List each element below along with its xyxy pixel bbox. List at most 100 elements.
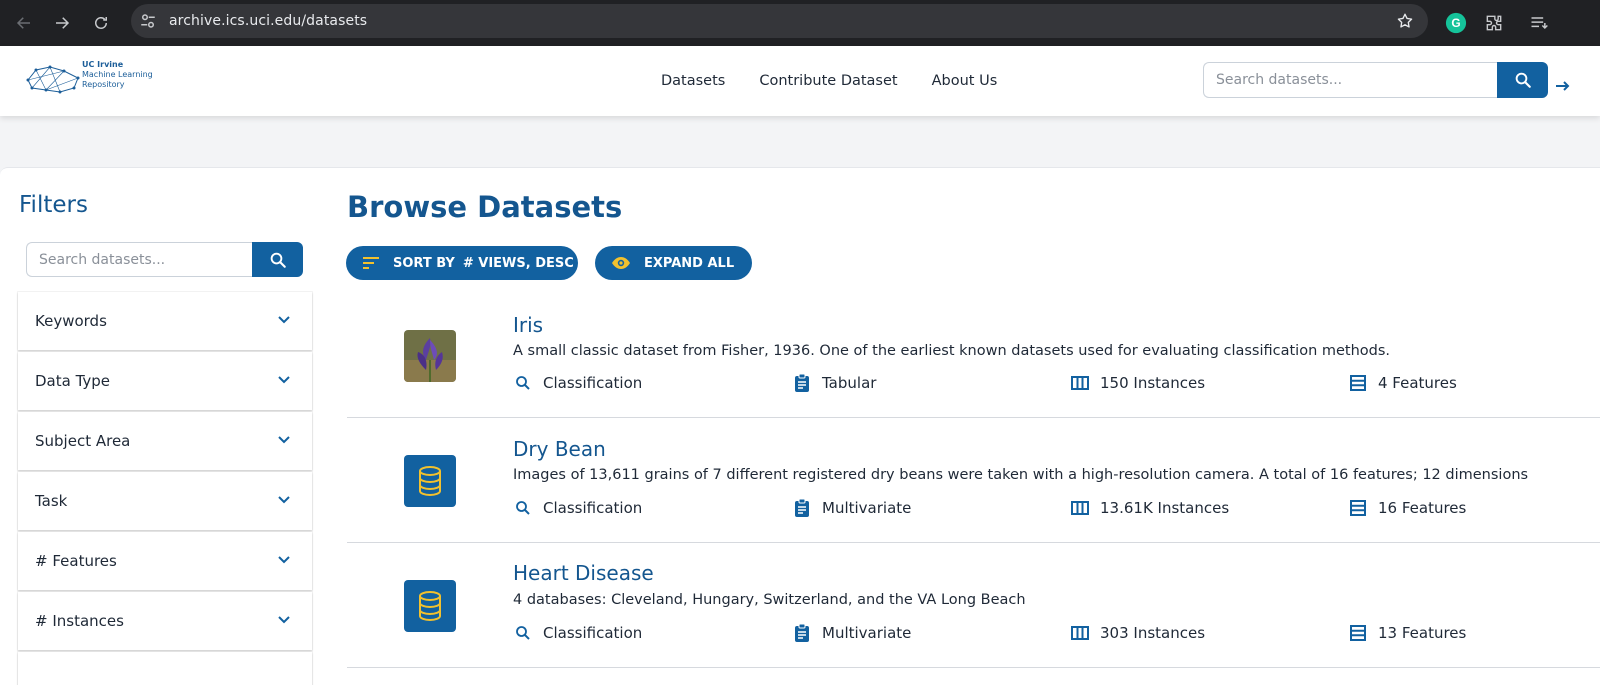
site-settings-icon <box>141 14 155 28</box>
dataset-features: 16 Features <box>1348 498 1466 518</box>
filter-label: # Instances <box>35 612 124 630</box>
clipboard-icon <box>792 373 812 393</box>
filter-num-features[interactable]: # Features <box>18 532 312 590</box>
dataset-description: 4 databases: Cleveland, Hungary, Switzer… <box>513 592 1026 608</box>
nav-about-us[interactable]: About Us <box>932 73 998 89</box>
search-icon <box>513 623 533 643</box>
iris-thumbnail[interactable] <box>404 330 456 382</box>
instances-label: 303 Instances <box>1100 624 1206 642</box>
dataset-type: Tabular <box>792 373 876 393</box>
filters-title: Filters <box>19 192 88 218</box>
task-label: Classification <box>543 374 643 392</box>
dataset-title[interactable]: Iris <box>513 313 543 337</box>
instances-label: 13.61K Instances <box>1100 499 1230 517</box>
type-label: Multivariate <box>822 499 912 517</box>
filter-task[interactable]: Task <box>18 472 312 530</box>
header-search-button[interactable] <box>1497 62 1548 98</box>
back-button[interactable] <box>8 7 40 39</box>
main-card: Filters Keywords Data Type Subject Area … <box>0 167 1600 685</box>
nav-datasets[interactable]: Datasets <box>661 73 725 89</box>
features-label: 4 Features <box>1378 374 1457 392</box>
dataset-instances: 13.61K Instances <box>1070 498 1229 518</box>
back-arrow-icon <box>16 17 30 29</box>
sort-button[interactable]: SORT BY # VIEWS, DESC <box>346 246 578 280</box>
sort-value: # VIEWS, DESC <box>462 255 574 271</box>
eye-icon <box>611 256 631 270</box>
columns-icon <box>1070 373 1090 393</box>
type-label: Tabular <box>822 374 877 392</box>
filter-search-input[interactable] <box>26 242 256 277</box>
bookmark-star-icon[interactable] <box>1396 12 1414 30</box>
extensions-puzzle-icon[interactable] <box>1480 9 1508 37</box>
instances-label: 150 Instances <box>1100 374 1206 392</box>
filter-more[interactable] <box>18 652 312 685</box>
filter-accordion: Keywords Data Type Subject Area Task # F… <box>18 292 312 685</box>
logo-line-1: UC Irvine <box>82 60 124 69</box>
uci-logo[interactable]: UC Irvine Machine Learning Repository <box>24 60 164 100</box>
filter-num-instances[interactable]: # Instances <box>18 592 312 650</box>
chevron-down-icon <box>278 556 290 564</box>
rows-icon <box>1348 498 1368 518</box>
dataset-type: Multivariate <box>792 623 911 643</box>
logo-line-3: Repository <box>82 80 125 89</box>
filter-search-button[interactable] <box>252 242 303 277</box>
header-search <box>1203 62 1548 98</box>
logo-network-icon <box>26 65 80 94</box>
reload-button[interactable] <box>85 7 117 39</box>
filter-label: Task <box>35 492 68 510</box>
nav-contribute-dataset[interactable]: Contribute Dataset <box>759 73 897 89</box>
chevron-down-icon <box>278 376 290 384</box>
grammarly-extension-icon[interactable]: G <box>1442 9 1470 37</box>
features-label: 16 Features <box>1378 499 1467 517</box>
filter-keywords[interactable]: Keywords <box>18 292 312 350</box>
dataset-instances: 303 Instances <box>1070 623 1205 643</box>
dataset-description: A small classic dataset from Fisher, 193… <box>513 343 1391 359</box>
features-label: 13 Features <box>1378 624 1467 642</box>
top-nav: Datasets Contribute Dataset About Us <box>661 46 1031 116</box>
columns-icon <box>1070 623 1090 643</box>
browser-toolbar: archive.ics.uci.edu/datasets G <box>0 0 1600 46</box>
dataset-title[interactable]: Heart Disease <box>513 561 654 585</box>
filter-subject-area[interactable]: Subject Area <box>18 412 312 470</box>
filter-label: Keywords <box>35 312 107 330</box>
expand-all-button[interactable]: EXPAND ALL <box>595 246 752 280</box>
task-label: Classification <box>543 499 643 517</box>
type-label: Multivariate <box>822 624 912 642</box>
chevron-down-icon <box>278 436 290 444</box>
logo-line-2: Machine Learning <box>82 70 153 79</box>
dataset-task: Classification <box>513 498 642 518</box>
search-icon <box>1515 72 1531 88</box>
search-icon <box>513 498 533 518</box>
database-icon[interactable] <box>404 455 456 507</box>
clipboard-icon <box>792 623 812 643</box>
database-icon[interactable] <box>404 580 456 632</box>
url-text: archive.ics.uci.edu/datasets <box>169 13 368 29</box>
dataset-row: Dry Bean Images of 13,611 grains of 7 di… <box>347 419 1600 543</box>
page-title: Browse Datasets <box>347 190 623 224</box>
search-icon <box>513 373 533 393</box>
filter-label: # Features <box>35 552 117 570</box>
login-icon[interactable] <box>1556 79 1570 93</box>
address-bar[interactable]: archive.ics.uci.edu/datasets <box>131 4 1428 38</box>
dataset-title[interactable]: Dry Bean <box>513 437 606 461</box>
header-search-input[interactable] <box>1203 62 1499 98</box>
dataset-row: Iris A small classic dataset from Fisher… <box>347 294 1600 418</box>
chevron-down-icon <box>278 496 290 504</box>
chevron-down-icon <box>278 316 290 324</box>
svg-text:G: G <box>1451 16 1460 30</box>
reading-list-icon[interactable] <box>1525 9 1553 37</box>
dataset-features: 4 Features <box>1348 373 1457 393</box>
dataset-instances: 150 Instances <box>1070 373 1205 393</box>
dataset-features: 13 Features <box>1348 623 1466 643</box>
dataset-description: Images of 13,611 grains of 7 different r… <box>513 467 1529 483</box>
site-header: UC Irvine Machine Learning Repository Da… <box>0 46 1600 116</box>
rows-icon <box>1348 623 1368 643</box>
forward-button[interactable] <box>46 7 78 39</box>
filter-label: Subject Area <box>35 432 131 450</box>
dataset-type: Multivariate <box>792 498 911 518</box>
columns-icon <box>1070 498 1090 518</box>
dataset-task: Classification <box>513 623 642 643</box>
filter-data-type[interactable]: Data Type <box>18 352 312 410</box>
expand-all-label: EXPAND ALL <box>644 255 735 271</box>
filter-search <box>26 242 303 277</box>
